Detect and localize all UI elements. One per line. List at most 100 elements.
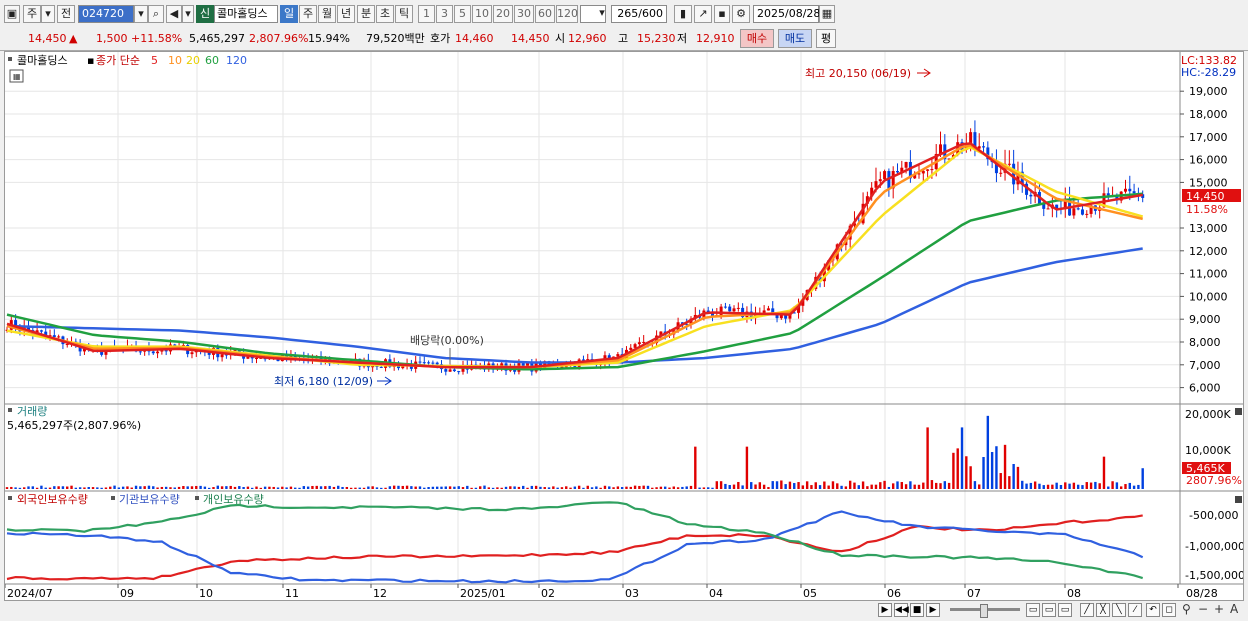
volume-bar [848,480,852,489]
volume-bar [397,485,400,489]
volume-bar [83,487,86,489]
volume-bar [990,452,994,489]
volume-bar [448,486,452,489]
rewind-icon[interactable]: ◀◀ [894,603,909,617]
save-icon[interactable]: ▪ [714,5,730,23]
volume-bar [358,487,361,489]
volume-bar [926,427,929,489]
legend-bullet-2-icon: ▪ [87,54,94,67]
volume-bar [5,487,9,489]
scroll-right-icon[interactable]: ▶ [878,603,892,617]
calendar-icon[interactable]: ▦ [819,5,835,23]
holder-panel-close-icon[interactable] [1235,496,1242,503]
speaker-dropdown-icon[interactable]: ▾ [182,5,194,23]
volume-bar [509,486,512,489]
legend-ma120: 120 [226,54,247,67]
market-dropdown-icon[interactable]: ▾ [41,5,55,23]
volume-bar [547,487,551,489]
stock-code-input[interactable]: 024720 [78,5,134,23]
layout-2-icon[interactable]: ▭ [1042,603,1056,617]
bottom-controls: ▶ ◀◀ ■ ▶ ▭ ▭ ▭ ╱ ╳ ╲ ⁄ ↶ ◻ ⚲ − + A [0,601,1248,621]
volume-bar [173,487,176,489]
window-icon[interactable]: ▣ [4,5,20,23]
draw-tool-icon[interactable]: ↗ [694,5,712,23]
draw-trend-icon[interactable]: ╲ [1112,603,1126,617]
eval-button[interactable]: 평 [816,29,836,48]
magnifier-icon[interactable]: ⚲ [1182,602,1191,616]
volume-bar [96,487,99,489]
low-label: 저 [677,32,688,45]
search-icon[interactable]: ⌕ [148,5,164,23]
volume-bar [319,486,323,489]
low-price: 12,910 [696,32,735,45]
buy-button[interactable]: 매수 [740,29,774,48]
chart-area[interactable]: 콜마홀딩스 ▦ ▪ 종가 단순 5 10 20 60 120 최고 20,150… [4,51,1245,601]
interval-20[interactable]: 20 [493,5,513,23]
draw-line-icon[interactable]: ╱ [1080,603,1094,617]
volume-bar [10,486,13,489]
undo-icon[interactable]: ↶ [1146,603,1160,617]
play-icon[interactable]: ▶ [926,603,940,617]
period-month-tab[interactable]: 월 [318,5,336,23]
interval-30[interactable]: 30 [514,5,534,23]
volume-bar [414,486,417,489]
volume-bar [595,486,598,489]
stop-icon[interactable]: ■ [910,603,924,617]
volume-bar [831,481,835,489]
volume-bar [255,486,258,489]
zoom-in-icon[interactable]: + [1214,602,1224,616]
new-badge[interactable]: 신 [196,5,214,23]
interval-1[interactable]: 1 [418,5,435,23]
draw-channel-icon[interactable]: ⁄ [1128,603,1142,617]
volume-bar [229,485,232,489]
volume-bar [160,486,164,489]
market-select[interactable]: 주 [23,5,41,23]
count-field[interactable]: 265/600 [611,5,667,23]
period-week-tab[interactable]: 주 [299,5,317,23]
prev-button[interactable]: 전 [57,5,75,23]
candle-body [904,161,908,168]
holder-tick-500k: -500,000 [1189,509,1238,522]
interval-60[interactable]: 60 [535,5,555,23]
layout-1-icon[interactable]: ▭ [1026,603,1040,617]
candle-type-icon[interactable]: ▮ [674,5,692,23]
interval-3[interactable]: 3 [436,5,453,23]
volume-bar [337,485,340,489]
open-price: 12,960 [568,32,607,45]
candle-body [723,306,727,308]
period-tick-tab[interactable]: 틱 [395,5,413,23]
volume-bar [922,482,925,489]
interval-120[interactable]: 120 [556,5,578,23]
volume-bar [638,485,641,489]
top-toolbar: ▣ 주 ▾ 전 024720 ▾ ⌕ ◀ ▾ 신 콜마홀딩스 일 주 월 년 분… [0,0,1248,29]
speaker-icon[interactable]: ◀ [166,5,182,23]
period-year-tab[interactable]: 년 [337,5,355,23]
sell-button[interactable]: 매도 [778,29,812,48]
interval-10[interactable]: 10 [472,5,492,23]
zoom-out-icon[interactable]: − [1198,602,1208,616]
volume-bar [1055,482,1058,489]
layout-3-icon[interactable]: ▭ [1058,603,1072,617]
volume-value: 5,465,297주(2,807.96%) [7,419,141,432]
legend-ma20: 20 [186,54,200,67]
code-dropdown-icon[interactable]: ▾ [134,5,148,23]
price-tick-label: 10,000 [1189,290,1228,303]
period-minute-tab[interactable]: 분 [357,5,375,23]
period-day-tab[interactable]: 일 [280,5,298,23]
zoom-slider-handle[interactable] [980,604,988,618]
settings-gear-icon[interactable]: ⚙ [732,5,750,23]
date-input[interactable]: 2025/08/28 [753,5,820,23]
volume-panel-close-icon[interactable] [1235,408,1242,415]
volume-bar [362,487,366,489]
candle-body [732,308,736,312]
interval-5[interactable]: 5 [454,5,471,23]
interval-dropdown-icon[interactable]: ▾ [596,5,608,23]
erase-icon[interactable]: ◻ [1162,603,1176,617]
draw-fib-icon[interactable]: ╳ [1096,603,1110,617]
volume-bar [294,487,297,489]
volume-bar [474,487,478,489]
volume-bar [616,486,620,489]
price-tick-label: 9,000 [1189,313,1221,326]
font-size-icon[interactable]: A [1230,602,1238,616]
period-second-tab[interactable]: 초 [376,5,394,23]
